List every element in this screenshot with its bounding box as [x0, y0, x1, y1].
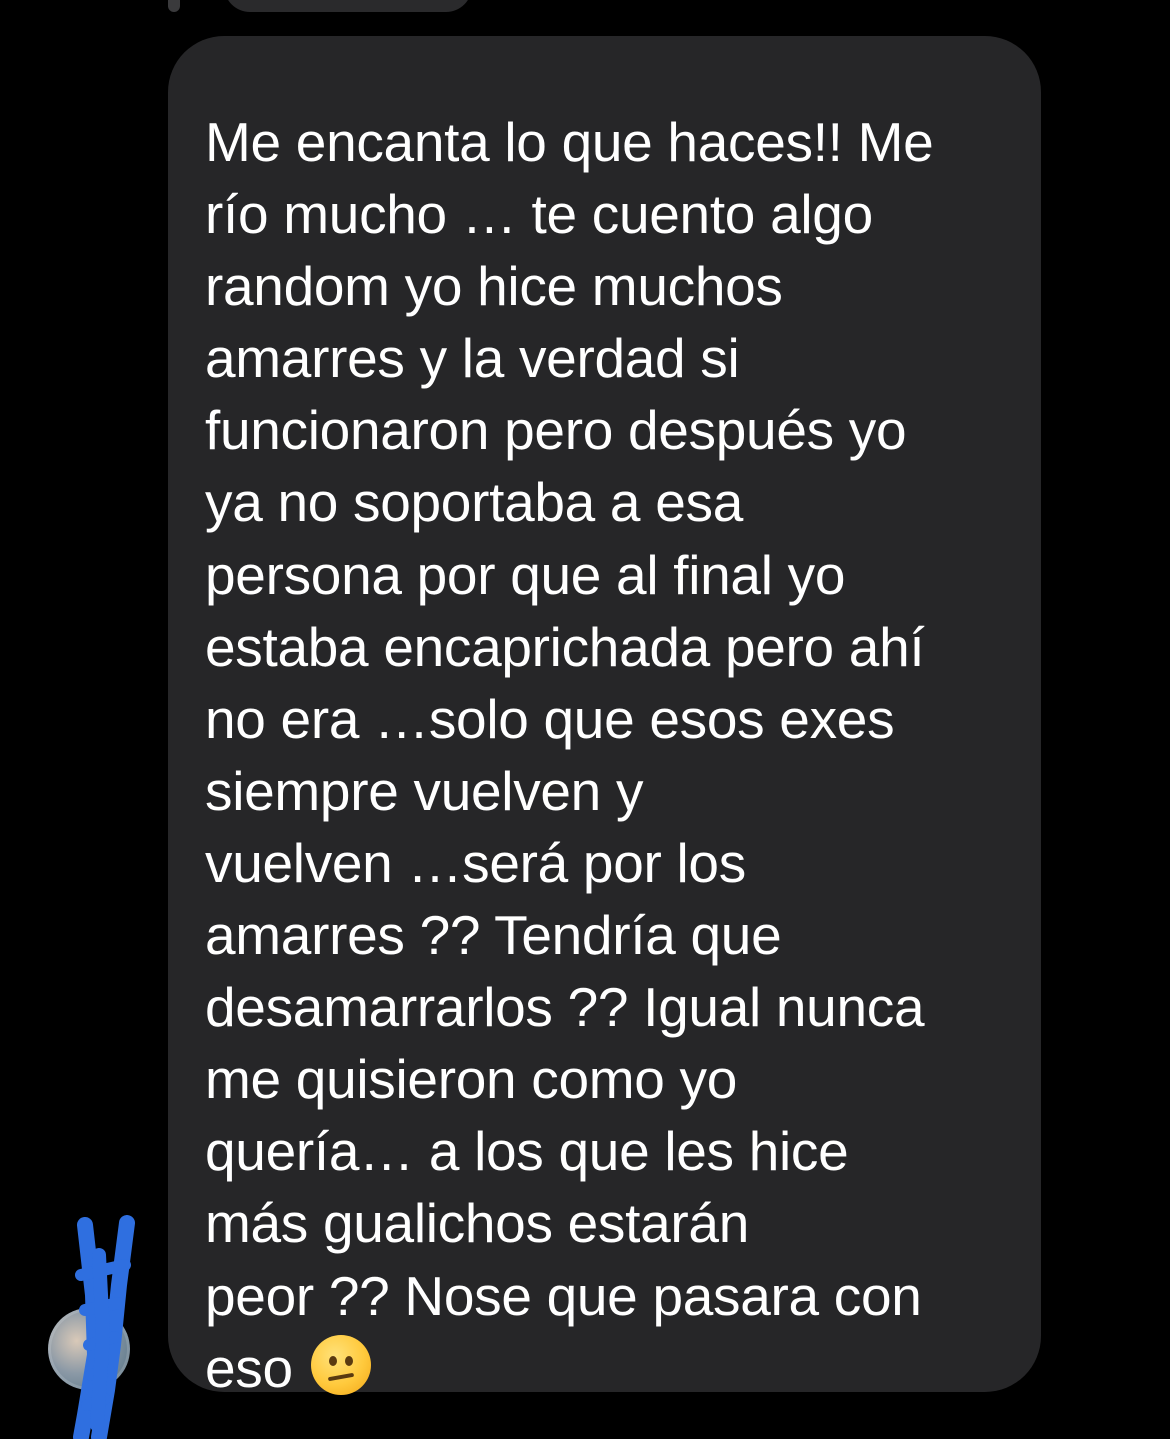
- message-line: ya no soportaba a esa: [205, 471, 743, 534]
- message-line: vuelven …será por los: [205, 831, 746, 894]
- message-line: persona por que al final yo: [205, 543, 846, 606]
- previous-message-bubble[interactable]: [224, 0, 472, 12]
- message-line: amarres ?? Tendría que: [205, 904, 782, 967]
- message-line: más gualichos estarán: [205, 1192, 749, 1255]
- message-line: Me encanta lo que haces!! Me: [205, 111, 934, 173]
- message-line: quería… a los que les hice: [205, 1120, 849, 1183]
- message-bubble[interactable]: Me encanta lo que haces!! Me río mucho ……: [168, 36, 1041, 1399]
- confused-face-emoji-icon: [310, 1334, 371, 1395]
- message-line: desamarrarlos ?? Igual nunca: [205, 976, 925, 1039]
- message-line: peor ?? Nose que pasara con: [205, 1264, 922, 1327]
- message-line: siempre vuelven y: [205, 759, 644, 822]
- message-text: Me encanta lo que haces!! Me río mucho ……: [205, 106, 1001, 1404]
- message-line: funcionaron pero después yo: [205, 399, 907, 462]
- scroll-indicator: [168, 0, 180, 12]
- message-line: no era …solo que esos exes: [205, 687, 895, 750]
- message-line: me quisieron como yo: [205, 1048, 738, 1111]
- message-line-text: eso: [205, 1336, 293, 1399]
- message-line: amarres y la verdad si: [205, 327, 740, 390]
- message-line: río mucho … te cuento algo: [205, 183, 873, 246]
- message-line: estaba encaprichada pero ahí: [205, 615, 925, 678]
- message-line: random yo hice muchos: [205, 255, 783, 318]
- redaction-scribble: [73, 1215, 135, 1439]
- message-last-line: eso: [205, 1332, 1001, 1404]
